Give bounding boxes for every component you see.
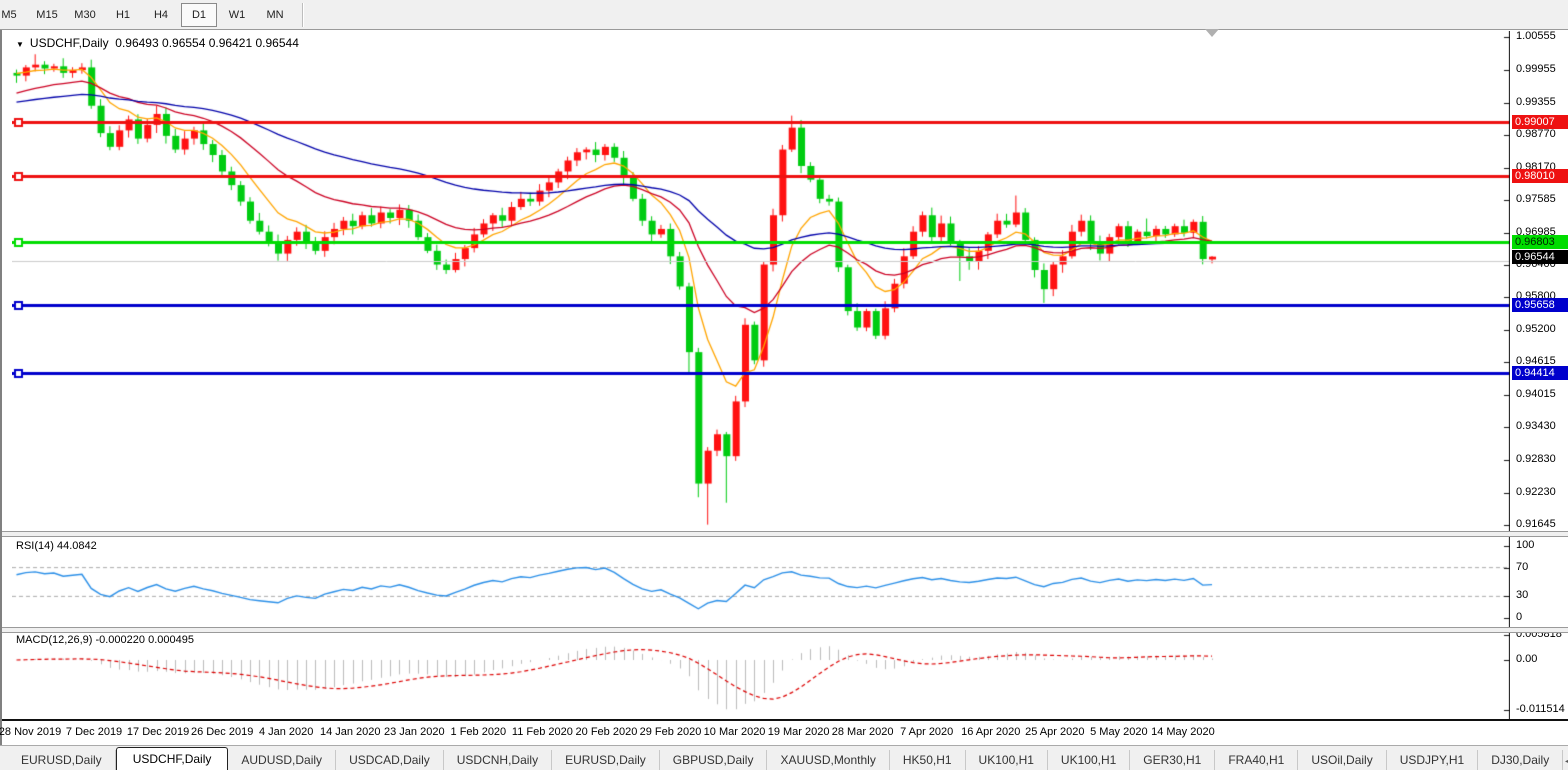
date-label: 23 Jan 2020 bbox=[384, 726, 445, 738]
date-axis[interactable]: 28 Nov 2019 7 Dec 2019 17 Dec 201926 Dec 2… bbox=[2, 719, 1568, 747]
date-label: 28 Nov 2019 bbox=[0, 726, 61, 738]
macd-tick: 0.00 bbox=[1516, 653, 1537, 665]
price-tick: 0.99355 bbox=[1516, 96, 1556, 108]
symbol-tab-audusd-daily[interactable]: AUDUSD,Daily bbox=[228, 750, 336, 770]
macd-label: MACD(12,26,9) -0.000220 0.000495 bbox=[16, 634, 194, 646]
price-tick: 0.93430 bbox=[1516, 420, 1556, 432]
price-tick: 0.98770 bbox=[1516, 128, 1556, 140]
price-tick: 0.97585 bbox=[1516, 193, 1556, 205]
price-tick: 1.00555 bbox=[1516, 30, 1556, 42]
price-tick: 0.99955 bbox=[1516, 63, 1556, 75]
date-label: 28 Mar 2020 bbox=[832, 726, 894, 738]
symbol-tab-uk100-h1[interactable]: UK100,H1 bbox=[1048, 750, 1130, 770]
timeframe-button-W1[interactable]: W1 bbox=[219, 3, 255, 27]
date-label: 17 Dec 2019 bbox=[127, 726, 189, 738]
date-label: 11 Feb 2020 bbox=[512, 726, 573, 738]
pane-separator-rsi[interactable] bbox=[2, 531, 1568, 537]
rsi-label: RSI(14) 44.0842 bbox=[16, 540, 97, 552]
mt4-terminal: M5M15M30H1H4D1W1MN ▼ USDCHF,Daily 0.96493… bbox=[0, 0, 1568, 770]
symbol-tab-usoil-daily[interactable]: USOil,Daily bbox=[1298, 750, 1386, 770]
rsi-tick: 100 bbox=[1516, 539, 1534, 551]
price-tick: 0.92230 bbox=[1516, 486, 1556, 498]
symbol-tab-eurusd-daily[interactable]: EURUSD,Daily bbox=[8, 750, 116, 770]
price-level-badge: 0.99007 bbox=[1512, 115, 1568, 129]
symbol-tab-bar: EURUSD,DailyUSDCHF,DailyAUDUSD,DailyUSDC… bbox=[0, 745, 1568, 770]
timeframe-button-M30[interactable]: M30 bbox=[67, 3, 103, 27]
date-label: 29 Feb 2020 bbox=[640, 726, 702, 738]
date-label: 7 Apr 2020 bbox=[900, 726, 953, 738]
price-tick: 0.94015 bbox=[1516, 388, 1556, 400]
chart-title: ▼ USDCHF,Daily 0.96493 0.96554 0.96421 0.… bbox=[16, 36, 299, 50]
timeframe-button-D1[interactable]: D1 bbox=[181, 3, 217, 27]
date-label: 5 May 2020 bbox=[1090, 726, 1147, 738]
ohlc-open: 0.96493 bbox=[115, 36, 158, 50]
timeframe-button-H4[interactable]: H4 bbox=[143, 3, 179, 27]
symbol-tab-usdcad-daily[interactable]: USDCAD,Daily bbox=[336, 750, 444, 770]
macd-tick: -0.011514 bbox=[1516, 703, 1565, 715]
symbol-tab-dj30-daily[interactable]: DJ30,Daily bbox=[1478, 750, 1563, 770]
symbol-tab-usdchf-daily[interactable]: USDCHF,Daily bbox=[116, 747, 229, 770]
rsi-tick: 0 bbox=[1516, 611, 1522, 623]
rsi-tick: 70 bbox=[1516, 561, 1528, 573]
symbol-tab-usdjpy-h1[interactable]: USDJPY,H1 bbox=[1387, 750, 1478, 770]
price-tick: 0.95200 bbox=[1516, 323, 1556, 335]
date-label: 14 May 2020 bbox=[1151, 726, 1215, 738]
pane-separator-macd[interactable] bbox=[2, 627, 1568, 633]
symbol-tab-eurusd-daily[interactable]: EURUSD,Daily bbox=[552, 750, 660, 770]
ohlc-high: 0.96554 bbox=[162, 36, 205, 50]
symbol-tab-ger30-h1[interactable]: GER30,H1 bbox=[1130, 750, 1215, 770]
price-tick: 0.92830 bbox=[1516, 453, 1556, 465]
timeframe-button-H1[interactable]: H1 bbox=[105, 3, 141, 27]
symbol-tab-hk50-h1[interactable]: HK50,H1 bbox=[890, 750, 966, 770]
price-level-badge: 0.95658 bbox=[1512, 298, 1568, 312]
symbol-tab-usdcnh-daily[interactable]: USDCNH,Daily bbox=[444, 750, 552, 770]
autoscroll-marker-icon[interactable] bbox=[1205, 29, 1219, 37]
timeframe-button-MN[interactable]: MN bbox=[257, 3, 293, 27]
price-tick: 0.91645 bbox=[1516, 518, 1556, 530]
date-label: 10 Mar 2020 bbox=[704, 726, 766, 738]
ohlc-close: 0.96544 bbox=[255, 36, 298, 50]
date-label: 16 Apr 2020 bbox=[961, 726, 1020, 738]
date-label: 26 Dec 2019 bbox=[191, 726, 253, 738]
date-label: 1 Feb 2020 bbox=[451, 726, 507, 738]
symbol-tab-uk100-h1[interactable]: UK100,H1 bbox=[966, 750, 1048, 770]
timeframe-button-M5[interactable]: M5 bbox=[0, 3, 27, 27]
date-label: 25 Apr 2020 bbox=[1025, 726, 1084, 738]
timeframe-toolbar: M5M15M30H1H4D1W1MN bbox=[0, 0, 1568, 30]
symbol-tab-xauusd-monthly[interactable]: XAUUSD,Monthly bbox=[767, 750, 889, 770]
date-label: 4 Jan 2020 bbox=[259, 726, 313, 738]
chart-window: ▼ USDCHF,Daily 0.96493 0.96554 0.96421 0.… bbox=[0, 30, 1568, 745]
date-label: 14 Jan 2020 bbox=[320, 726, 381, 738]
symbol-tab-fra40-h1[interactable]: FRA40,H1 bbox=[1215, 750, 1298, 770]
toolbar-separator bbox=[302, 3, 304, 27]
chart-symbol-label: USDCHF,Daily bbox=[30, 36, 109, 50]
date-label: 19 Mar 2020 bbox=[768, 726, 830, 738]
rsi-tick: 30 bbox=[1516, 589, 1528, 601]
tab-scroll-arrows[interactable]: ◄ ► bbox=[1563, 756, 1568, 766]
ohlc-low: 0.96421 bbox=[209, 36, 252, 50]
date-label: 20 Feb 2020 bbox=[576, 726, 638, 738]
price-scale[interactable]: 1.005550.999550.993550.987700.981700.975… bbox=[1512, 30, 1568, 720]
timeframe-button-M15[interactable]: M15 bbox=[29, 3, 65, 27]
chart-canvas[interactable] bbox=[12, 31, 1510, 719]
price-level-badge: 0.94414 bbox=[1512, 366, 1568, 380]
chart-dropdown-icon[interactable]: ▼ bbox=[16, 40, 24, 49]
symbol-tab-gbpusd-daily[interactable]: GBPUSD,Daily bbox=[660, 750, 768, 770]
date-label: 7 Dec 2019 bbox=[66, 726, 122, 738]
price-level-badge: 0.96803 bbox=[1512, 235, 1568, 249]
price-level-badge: 0.98010 bbox=[1512, 169, 1568, 183]
price-level-badge: 0.96544 bbox=[1512, 250, 1568, 264]
